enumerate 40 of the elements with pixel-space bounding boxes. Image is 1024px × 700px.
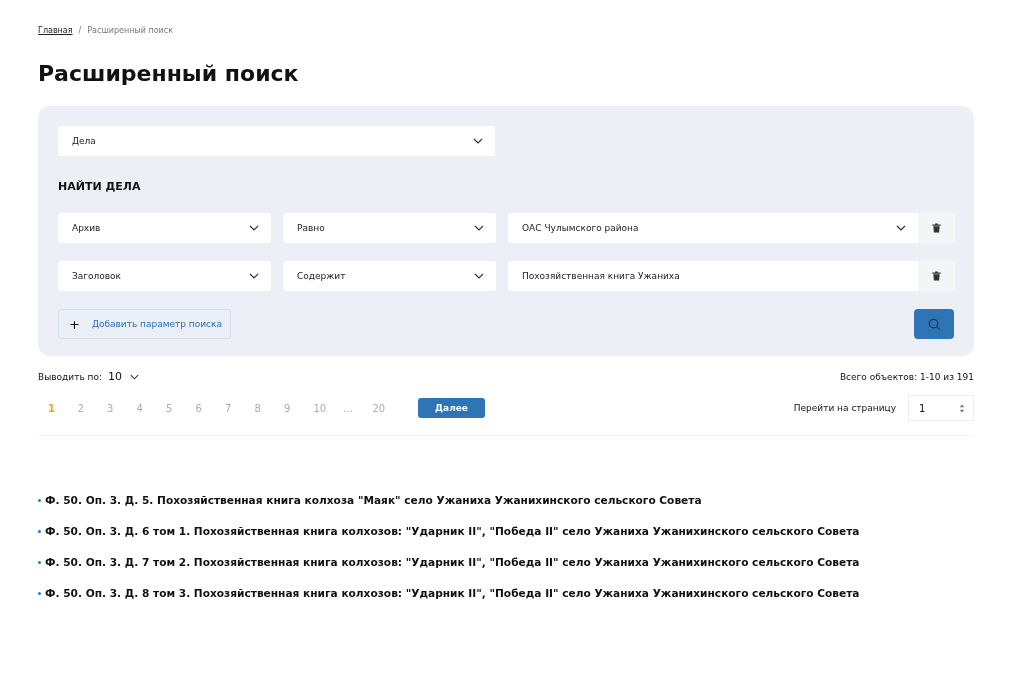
- entity-select[interactable]: Дела: [58, 126, 495, 156]
- total-count: Всего объектов: 1-10 из 191: [839, 371, 974, 382]
- result-link[interactable]: Ф. 50. Оп. 3. Д. 7 том 2. Похозяйственная книга колхозов: "Ударник II", "Победа II" село Ужаниха Ужанихинского сельского Совета: [45, 556, 860, 568]
- bullet-dot: [38, 529, 41, 533]
- search-icon: [927, 317, 941, 331]
- value-select[interactable]: ОАС Чулымского района: [508, 213, 918, 243]
- trash-icon: [932, 271, 941, 281]
- page-size-label: Выводить по:: [38, 371, 102, 382]
- next-button[interactable]: Далее: [418, 398, 485, 418]
- delete-button[interactable]: [918, 213, 955, 243]
- chevron-icon: [473, 138, 483, 144]
- result-link[interactable]: Ф. 50. Оп. 3. Д. 6 том 1. Похозяйственная книга колхозов: "Ударник II", "Победа II" село Ужаниха Ужанихинского сельского Совета: [45, 525, 860, 537]
- value-input[interactable]: Похозяйственная книга Ужаниха: [508, 261, 918, 291]
- chevron-icon: [896, 225, 906, 231]
- result-link[interactable]: Ф. 50. Оп. 3. Д. 5. Похозяйственная книга колхоза "Маяк" село Ужаниха Ужанихинского сельского Совета: [45, 494, 702, 506]
- page-size-select[interactable]: 10: [108, 370, 139, 383]
- delete-button[interactable]: [918, 261, 955, 291]
- spinner-icon: [959, 403, 965, 413]
- operator-select[interactable]: Содержит: [283, 261, 496, 291]
- chevron-icon: [249, 273, 259, 279]
- chevron-icon: [474, 273, 484, 279]
- bullet-dot: [38, 498, 41, 502]
- field-select[interactable]: Архив: [58, 213, 271, 243]
- breadcrumb-current: Расширенный поиск: [87, 26, 173, 35]
- section-heading: НАЙТИ ДЕЛА: [58, 180, 142, 193]
- breadcrumb-separator: /: [78, 26, 82, 35]
- chevron-icon: [474, 225, 484, 231]
- breadcrumb-link[interactable]: Главная: [38, 26, 73, 35]
- page-title: Расширенный поиск: [38, 61, 300, 86]
- operator-select[interactable]: Равно: [283, 213, 496, 243]
- chevron-icon: [249, 225, 259, 231]
- result-link[interactable]: Ф. 50. Оп. 3. Д. 8 том 3. Похозяйственная книга колхозов: "Ударник II", "Победа II" село Ужаниха Ужанихинского сельского Совета: [45, 587, 860, 599]
- bullet-dot: [38, 591, 41, 595]
- add-parameter-button[interactable]: + Добавить параметр поиска: [58, 309, 231, 339]
- trash-icon: [932, 223, 941, 233]
- chevron-icon: [130, 373, 139, 380]
- page-number-input[interactable]: 1: [908, 395, 974, 421]
- goto-label: Перейти на страницу: [793, 403, 896, 413]
- field-select[interactable]: Заголовок: [58, 261, 271, 291]
- bullet-dot: [38, 560, 41, 564]
